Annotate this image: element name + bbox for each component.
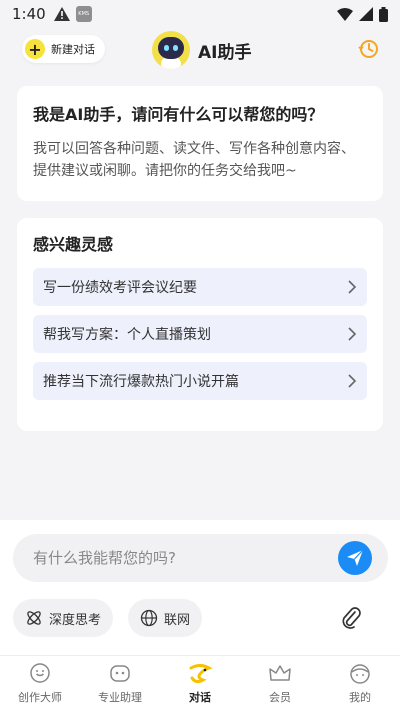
intro-title: 我是AI助手，请问有什么可以帮您的吗？: [33, 105, 324, 124]
web-label: 联网: [164, 612, 191, 628]
battery-icon: [379, 6, 388, 22]
inspiration-item[interactable]: 帮我写方案：个人直播策划: [33, 315, 367, 353]
inspiration-item-label: 推荐当下流行爆款热门小说开篇: [43, 374, 239, 390]
warning-icon: [53, 7, 70, 21]
bottom-tab-bar: 创作大师 专业助理 对话 会员 我的: [0, 655, 400, 711]
inspiration-list: 写一份绩效考评会议纪要 帮我写方案：个人直播策划 推荐当下流行爆款热门小说开篇: [33, 268, 367, 400]
status-bar: 1:40 KMS: [0, 0, 400, 28]
tab-label: 会员: [269, 691, 291, 704]
crown-icon: [269, 665, 291, 681]
inspiration-item-label: 写一份绩效考评会议纪要: [43, 280, 197, 296]
kms-app-icon: KMS: [75, 6, 92, 22]
tab-label: 对话: [189, 691, 211, 704]
send-icon: [347, 549, 364, 566]
robot-icon: [110, 665, 130, 682]
inspiration-item-label: 帮我写方案：个人直播策划: [43, 327, 211, 343]
chat-icon: [189, 664, 213, 684]
composer: 深度思考 联网: [0, 520, 400, 655]
tab-pro-assistant[interactable]: 专业助理: [80, 656, 160, 711]
intro-card: 我是AI助手，请问有什么可以帮您的吗？ 我可以回答各种问题、读文件、写作各种创意…: [17, 86, 383, 201]
web-search-button[interactable]: 联网: [128, 599, 203, 637]
wifi-icon: [337, 8, 353, 21]
message-input[interactable]: [33, 549, 313, 567]
tab-creative-master[interactable]: 创作大师: [0, 656, 80, 711]
inspiration-card: 感兴趣灵感 写一份绩效考评会议纪要 帮我写方案：个人直播策划 推荐当下流行爆款热…: [17, 218, 383, 431]
bulb-face-icon: [30, 663, 50, 683]
message-input-box: [13, 534, 388, 582]
assistant-avatar: [152, 31, 190, 69]
new-chat-label: 新建对话: [51, 43, 95, 56]
send-button[interactable]: [338, 541, 372, 575]
tab-mine[interactable]: 我的: [320, 656, 400, 711]
tab-membership[interactable]: 会员: [240, 656, 320, 711]
deep-think-label: 深度思考: [49, 612, 102, 628]
tab-label: 创作大师: [18, 691, 62, 704]
signal-icon: [359, 7, 373, 21]
deep-think-button[interactable]: 深度思考: [13, 599, 114, 637]
inspiration-item[interactable]: 写一份绩效考评会议纪要: [33, 268, 367, 306]
tab-chat[interactable]: 对话: [160, 656, 240, 711]
status-time: 1:40: [12, 5, 46, 23]
new-chat-button[interactable]: + 新建对话: [22, 35, 105, 63]
paperclip-icon[interactable]: [340, 606, 362, 630]
title-area: AI助手: [152, 30, 251, 70]
inspiration-title: 感兴趣灵感: [33, 235, 114, 254]
chevron-right-icon: [348, 280, 357, 294]
top-header: + 新建对话 AI助手: [0, 28, 400, 72]
globe-icon: [140, 609, 158, 627]
atom-icon: [27, 611, 41, 625]
tab-label: 我的: [349, 691, 371, 704]
page-title: AI助手: [198, 42, 252, 63]
profile-face-icon: [350, 664, 370, 684]
tab-label: 专业助理: [98, 691, 142, 704]
inspiration-item[interactable]: 推荐当下流行爆款热门小说开篇: [33, 362, 367, 400]
chevron-right-icon: [348, 374, 357, 388]
intro-description: 我可以回答各种问题、读文件、写作各种创意内容、提供建议或闲聊。请把你的任务交给我…: [33, 141, 355, 179]
history-icon[interactable]: [358, 38, 380, 60]
plus-icon: +: [25, 39, 45, 59]
chevron-right-icon: [348, 327, 357, 341]
